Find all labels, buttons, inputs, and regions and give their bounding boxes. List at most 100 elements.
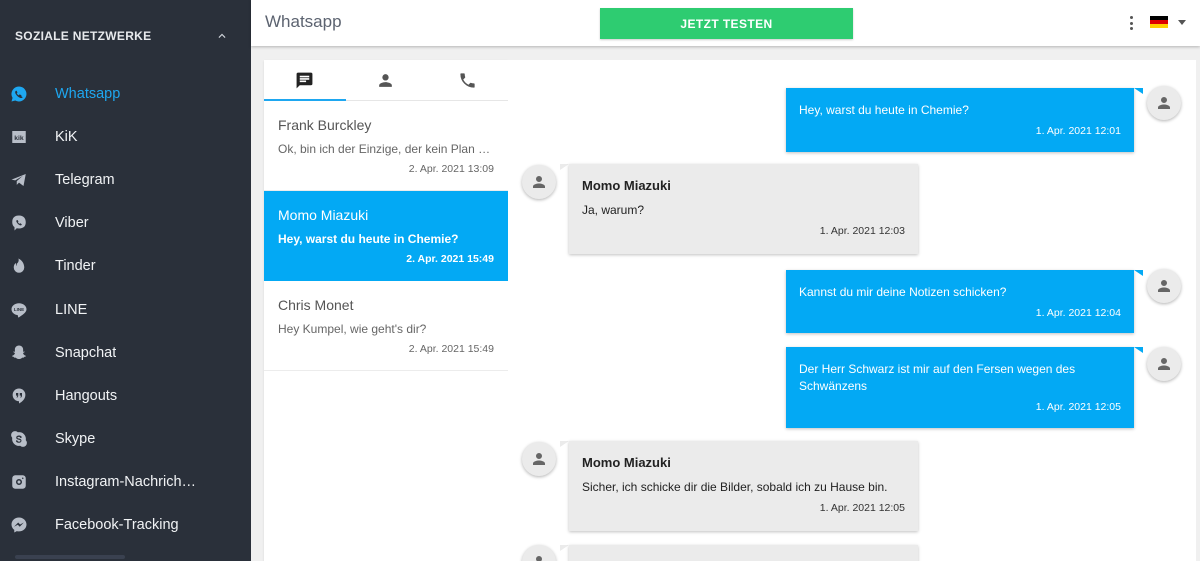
tab-calls[interactable] <box>427 60 508 100</box>
message-time: 1. Apr. 2021 12:03 <box>819 225 905 237</box>
sidebar-item-label: Telegram <box>55 171 115 188</box>
message-text: Kannst du mir deine Notizen schicken? <box>799 285 1007 299</box>
message-sender: Momo Miazuki <box>582 178 671 193</box>
incoming-message-partial <box>569 545 918 561</box>
sidebar-item-viber[interactable]: Viber <box>0 202 251 245</box>
page-title: Whatsapp <box>265 12 342 31</box>
conversation-preview: Ok, bin ich der Einzige, der kein Plan v… <box>278 142 494 156</box>
sidebar-item-label: LINE <box>55 301 88 318</box>
message-time: 1. Apr. 2021 12:05 <box>1035 401 1121 413</box>
message-text: Hey, warst du heute in Chemie? <box>799 103 969 117</box>
message-time: 1. Apr. 2021 12:04 <box>1035 307 1121 319</box>
messenger-icon <box>10 516 28 534</box>
conversation-preview: Hey Kumpel, wie geht's dir? <box>278 322 427 336</box>
chevron-up-icon[interactable] <box>215 29 229 43</box>
message-sender: Momo Miazuki <box>582 455 671 470</box>
avatar <box>522 442 556 476</box>
sidebar-section-header[interactable]: SOZIALE NETZWERKE <box>0 0 251 72</box>
avatar <box>1147 86 1181 120</box>
viber-icon <box>10 214 28 232</box>
conversation-item[interactable]: Chris Monet Hey Kumpel, wie geht's dir? … <box>264 281 508 371</box>
sidebar-item-label: Skype <box>55 431 96 448</box>
outgoing-message: Hey, warst du heute in Chemie? 1. Apr. 2… <box>786 88 1134 152</box>
sidebar-item-label: Whatsapp <box>55 85 121 102</box>
sidebar-item-kik[interactable]: kik KiK <box>0 115 251 158</box>
bubble-tail <box>560 441 569 447</box>
avatar <box>1147 269 1181 303</box>
sidebar-item-skype[interactable]: Skype <box>0 418 251 461</box>
instagram-icon <box>10 473 28 491</box>
snapchat-icon <box>10 344 28 362</box>
svg-text:kik: kik <box>14 135 24 142</box>
sidebar-item-facebook-tracking[interactable]: Facebook-Tracking <box>0 504 251 547</box>
sidebar-item-label: Viber <box>55 215 89 232</box>
chat-panel: Hey, warst du heute in Chemie? 1. Apr. 2… <box>508 60 1196 561</box>
person-icon <box>533 176 545 188</box>
sidebar-item-whatsapp[interactable]: Whatsapp <box>0 72 251 115</box>
tab-contacts[interactable] <box>345 60 426 100</box>
sidebar-item-label: Hangouts <box>55 387 118 404</box>
outgoing-message: Kannst du mir deine Notizen schicken? 1.… <box>786 270 1134 333</box>
person-icon <box>1158 280 1170 292</box>
outgoing-message: Der Herr Schwarz ist mir auf den Fersen … <box>786 347 1134 428</box>
conversation-item[interactable]: Frank Burckley Ok, bin ich der Einzige, … <box>264 101 508 191</box>
sidebar-item-label: Snapchat <box>55 344 117 361</box>
incoming-message: Momo Miazuki Sicher, ich schicke dir die… <box>569 441 918 531</box>
sidebar-section-title: SOZIALE NETZWERKE <box>15 29 152 43</box>
message-time: 1. Apr. 2021 12:05 <box>819 502 905 514</box>
person-icon <box>533 453 545 465</box>
sidebar-item-label: Instagram-Nachrichten <box>55 474 200 491</box>
sidebar-item-telegram[interactable]: Telegram <box>0 158 251 201</box>
avatar <box>522 165 556 199</box>
conversation-list-panel: Frank Burckley Ok, bin ich der Einzige, … <box>264 60 508 561</box>
tab-chats[interactable] <box>264 60 345 100</box>
svg-text:LINE: LINE <box>14 307 24 312</box>
conversation-item-selected[interactable]: Momo Miazuki Hey, warst du heute in Chem… <box>264 191 508 281</box>
tinder-icon <box>10 257 28 275</box>
message-time: 1. Apr. 2021 12:01 <box>1035 125 1121 137</box>
incoming-message: Momo Miazuki Ja, warum? 1. Apr. 2021 12:… <box>569 164 918 254</box>
language-dropdown-caret-icon[interactable] <box>1178 20 1186 25</box>
sidebar-item-label: Tinder <box>55 258 96 275</box>
top-bar: Whatsapp JETZT TESTEN <box>251 0 1200 46</box>
person-icon <box>1158 97 1170 109</box>
sidebar-item-label: Facebook-Tracking <box>55 517 179 534</box>
bubble-tail <box>1134 347 1143 353</box>
sidebar-next-section-header <box>15 555 125 559</box>
hangouts-icon <box>10 387 28 405</box>
sidebar-item-tinder[interactable]: Tinder <box>0 245 251 288</box>
more-vert-icon[interactable] <box>1127 14 1135 32</box>
avatar <box>522 545 556 561</box>
conversation-name: Chris Monet <box>278 297 354 313</box>
sidebar-item-label: KiK <box>55 128 78 145</box>
conversation-time: 2. Apr. 2021 13:09 <box>408 163 494 175</box>
sidebar-item-hangouts[interactable]: Hangouts <box>0 374 251 417</box>
sidebar-item-instagram[interactable]: Instagram-Nachrichten <box>0 461 251 504</box>
skype-icon <box>10 430 28 448</box>
sidebar: SOZIALE NETZWERKE Whatsapp kik KiK Teleg… <box>0 0 251 561</box>
bubble-tail <box>1134 88 1143 94</box>
conversation-preview: Hey, warst du heute in Chemie? <box>278 232 459 246</box>
line-icon: LINE <box>10 301 28 319</box>
try-now-button[interactable]: JETZT TESTEN <box>600 8 853 39</box>
message-text: Sicher, ich schicke dir die Bilder, soba… <box>582 480 888 494</box>
conversation-name: Frank Burckley <box>278 117 372 133</box>
german-flag-icon[interactable] <box>1150 16 1168 28</box>
whatsapp-icon <box>10 85 28 103</box>
chat-icon <box>296 72 313 88</box>
bubble-tail <box>1134 270 1143 276</box>
conversation-time: 2. Apr. 2021 15:49 <box>408 343 494 355</box>
avatar <box>1147 347 1181 381</box>
person-icon <box>536 556 542 561</box>
conversation-tabs <box>264 60 508 101</box>
conversation-time: 2. Apr. 2021 15:49 <box>406 253 494 265</box>
bubble-tail <box>560 164 569 170</box>
telegram-icon <box>10 171 28 189</box>
bubble-tail <box>560 545 569 551</box>
message-text: Der Herr Schwarz ist mir auf den Fersen … <box>799 362 1076 393</box>
sidebar-item-snapchat[interactable]: Snapchat <box>0 331 251 374</box>
message-text: Ja, warum? <box>582 203 645 217</box>
contacts-icon <box>379 73 393 87</box>
person-icon <box>1158 358 1170 370</box>
sidebar-item-line[interactable]: LINE LINE <box>0 288 251 331</box>
